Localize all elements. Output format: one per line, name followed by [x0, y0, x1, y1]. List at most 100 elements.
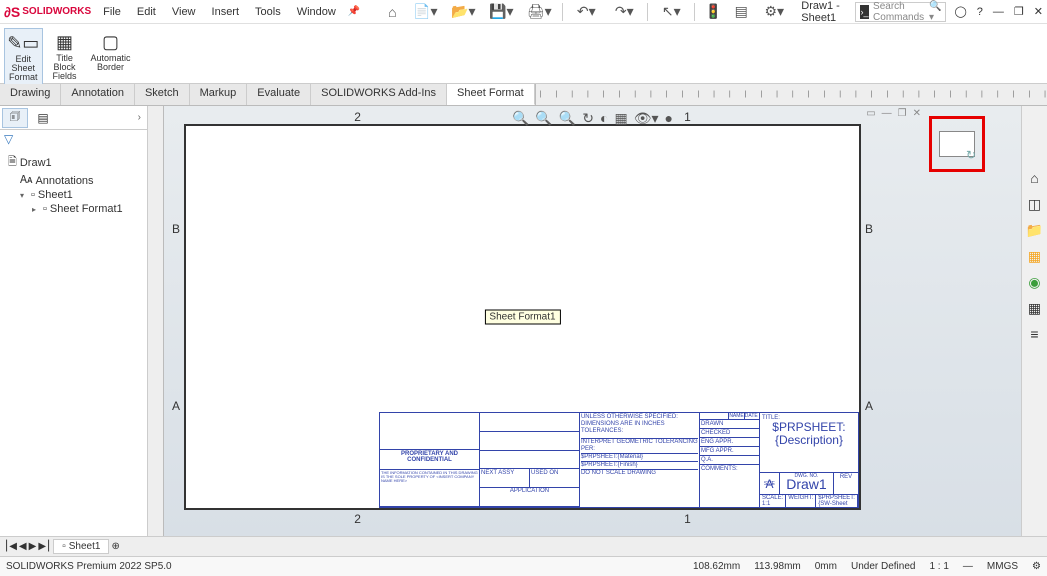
nav-last-icon[interactable]: ▶⎮ [38, 541, 51, 552]
zone-label: 2 [354, 512, 361, 526]
menu-insert[interactable]: Insert [204, 4, 248, 20]
undo-icon[interactable]: ↶▾ [569, 2, 603, 22]
status-version: SOLIDWORKS Premium 2022 SP5.0 [6, 561, 172, 572]
appearances-icon[interactable]: ▦ [1025, 298, 1045, 318]
save-icon[interactable]: 💾▾ [484, 2, 518, 22]
rotate-icon[interactable]: ↻ [582, 110, 594, 127]
tab-sheet-format[interactable]: Sheet Format [447, 84, 535, 105]
close-view-icon[interactable]: ✕ [913, 108, 921, 119]
user-icon[interactable]: ◯ [954, 5, 966, 18]
feature-tree-tab[interactable]: 🗊 [2, 108, 28, 128]
print-icon[interactable]: 🖨▾ [522, 2, 556, 22]
settings-icon[interactable]: ⚙▾ [757, 2, 791, 22]
feature-tree: 🗎Draw1 🗛Annotations ▾▫Sheet1 ▸▫Sheet For… [0, 148, 147, 220]
filter-icon[interactable]: ▽ [0, 130, 147, 148]
rebuild-icon[interactable]: 🚦 [701, 2, 725, 22]
help-icon[interactable]: ? [977, 6, 983, 18]
status-x: 108.62mm [693, 561, 740, 572]
redo-icon[interactable]: ↷▾ [607, 2, 641, 22]
nav-first-icon[interactable]: ⎮◀ [4, 541, 17, 552]
edit-format-icon: ✎▭ [11, 31, 35, 55]
auto-border-icon: ▢ [99, 30, 123, 54]
edit-sheet-format-button[interactable]: ✎▭ Edit Sheet Format [4, 28, 43, 85]
annotation-highlight [929, 116, 985, 172]
min-view-icon[interactable]: ▭ [866, 108, 875, 119]
open-icon[interactable]: 📂▾ [446, 2, 480, 22]
menu-tools[interactable]: Tools [247, 4, 289, 20]
zone-label: B [865, 222, 873, 236]
add-sheet-icon[interactable]: ⊕ [111, 541, 119, 552]
title-block-fields-button[interactable]: ▦ Title Block Fields [49, 28, 81, 83]
status-z: 0mm [815, 561, 837, 572]
zone-label: A [172, 399, 180, 413]
resources-icon[interactable]: ◫ [1025, 194, 1045, 214]
sheet-tooltip: Sheet Format1 [484, 310, 560, 325]
menu-view[interactable]: View [164, 4, 204, 20]
design-library-icon[interactable]: 📁 [1025, 220, 1045, 240]
ambient-icon[interactable]: ● [665, 110, 673, 127]
status-units[interactable]: MMGS [987, 561, 1018, 572]
zoom-fit-icon[interactable]: 🔍 [512, 110, 529, 127]
expand-panel-icon[interactable]: › [134, 112, 145, 123]
home-pane-icon[interactable]: ⌂ [1025, 168, 1045, 188]
max-view-icon[interactable]: ❐ [898, 108, 907, 119]
task-pane: ⌂ ◫ 📁 ▦ ◉ ▦ ≡ [1021, 106, 1047, 536]
home-icon[interactable]: ⌂ [380, 2, 404, 22]
tab-evaluate[interactable]: Evaluate [247, 84, 311, 105]
file-explorer-icon[interactable]: ▦ [1025, 246, 1045, 266]
horizontal-ruler: | | | | | | | | | | | | | | | | | | | | … [535, 84, 1047, 105]
drawing-canvas[interactable]: ▭ — ❐ ✕ 🔍 🔍 🔍 ↻ ◐ ▦ 👁▾ ● 2 1 2 1 B A B A [164, 106, 1021, 536]
status-ratio: 1 : 1 [929, 561, 948, 572]
divider [694, 3, 695, 21]
menu-file[interactable]: File [95, 4, 129, 20]
view-icon[interactable]: — [882, 108, 892, 119]
tab-drawing[interactable]: Drawing [0, 84, 61, 105]
sheet-tab-1[interactable]: ▫Sheet1 [53, 539, 109, 554]
options-list-icon[interactable]: ▤ [729, 2, 753, 22]
tree-root[interactable]: 🗎Draw1 [2, 152, 145, 173]
new-icon[interactable]: 📄▾ [408, 2, 442, 22]
minimize-icon[interactable]: — [993, 6, 1004, 18]
nav-prev-icon[interactable]: ◀ [19, 541, 27, 552]
pin-icon[interactable]: 📌 [348, 6, 360, 17]
tab-markup[interactable]: Markup [190, 84, 248, 105]
select-icon[interactable]: ↖▾ [654, 2, 688, 22]
tree-sheet-format1[interactable]: ▸▫Sheet Format1 [2, 202, 145, 216]
zone-label: 1 [684, 512, 691, 526]
close-icon[interactable]: ✕ [1034, 5, 1043, 18]
automatic-border-button[interactable]: ▢ Automatic Border [87, 28, 135, 74]
title-block[interactable]: PROPRIETARY AND CONFIDENTIAL THE INFORMA… [379, 412, 859, 508]
hide-show-icon[interactable]: 👁▾ [634, 110, 659, 127]
tab-sketch[interactable]: Sketch [135, 84, 190, 105]
zoom-prev-icon[interactable]: 🔍 [559, 110, 576, 127]
status-y: 113.98mm [754, 561, 801, 572]
document-title: Draw1 - Sheet1 [801, 0, 845, 24]
tree-sheet1[interactable]: ▾▫Sheet1 [2, 188, 145, 202]
zone-label: B [172, 222, 180, 236]
menu-window[interactable]: Window [289, 4, 344, 20]
view-palette-pane-icon[interactable]: ◉ [1025, 272, 1045, 292]
search-glass-icon: 🔍▾ [929, 1, 941, 23]
divider [647, 3, 648, 21]
title-block-icon: ▦ [53, 30, 77, 54]
display-style-icon[interactable]: ▦ [615, 110, 628, 127]
command-icon: ›_ [860, 5, 869, 19]
menu-edit[interactable]: Edit [129, 4, 164, 20]
status-defined: Under Defined [851, 561, 915, 572]
status-spacer: — [963, 561, 973, 572]
nav-next-icon[interactable]: ▶ [29, 541, 37, 552]
zone-label: 1 [684, 110, 691, 124]
zoom-area-icon[interactable]: 🔍 [535, 110, 552, 127]
tab-addins[interactable]: SOLIDWORKS Add-Ins [311, 84, 447, 105]
tree-annotations[interactable]: 🗛Annotations [2, 173, 145, 188]
property-tab[interactable]: ▤ [30, 108, 56, 128]
tab-annotation[interactable]: Annotation [61, 84, 135, 105]
status-settings-icon[interactable]: ⚙ [1032, 561, 1041, 572]
zone-label: A [865, 399, 873, 413]
section-icon[interactable]: ◐ [600, 110, 608, 127]
search-input[interactable]: ›_ Search Commands 🔍▾ [855, 2, 947, 22]
view-palette-icon[interactable] [939, 131, 975, 157]
divider [562, 3, 563, 21]
custom-props-icon[interactable]: ≡ [1025, 324, 1045, 344]
restore-icon[interactable]: ❐ [1014, 5, 1024, 18]
